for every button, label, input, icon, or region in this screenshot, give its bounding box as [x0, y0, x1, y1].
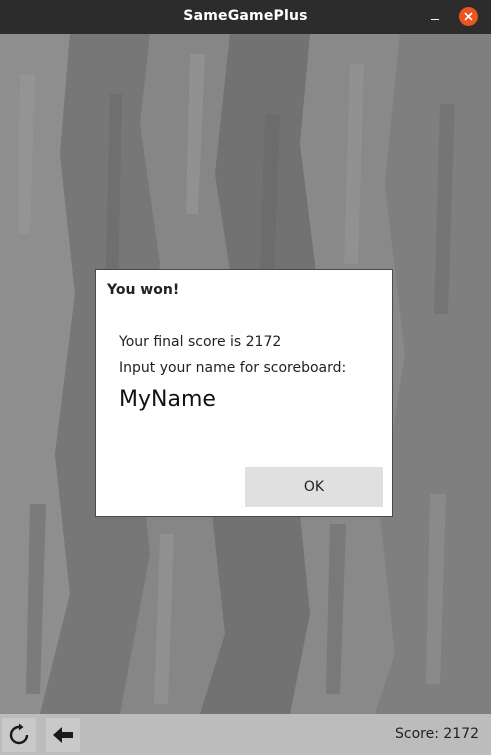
- win-dialog: You won! Your final score is 2172 Input …: [95, 269, 393, 517]
- restart-button[interactable]: [2, 718, 36, 752]
- bottom-toolbar: Score: 2172: [0, 714, 491, 755]
- back-button[interactable]: [46, 718, 80, 752]
- score-display: Score: 2172: [394, 726, 479, 742]
- final-score-message: Your final score is 2172: [119, 334, 282, 350]
- name-prompt: Input your name for scoreboard:: [119, 360, 347, 376]
- close-icon: [464, 12, 473, 21]
- close-button[interactable]: [459, 7, 478, 26]
- restart-icon: [9, 723, 29, 745]
- player-name-input[interactable]: [116, 382, 362, 416]
- app-window: SameGamePlus Score: 2172 You won! Your f…: [0, 0, 491, 755]
- minimize-button[interactable]: [426, 8, 444, 26]
- window-title: SameGamePlus: [183, 8, 308, 24]
- back-arrow-icon: [53, 727, 73, 743]
- title-bar: SameGamePlus: [0, 0, 491, 34]
- minimize-icon: [431, 19, 439, 20]
- dialog-title: You won!: [107, 282, 180, 298]
- ok-button[interactable]: OK: [245, 467, 383, 507]
